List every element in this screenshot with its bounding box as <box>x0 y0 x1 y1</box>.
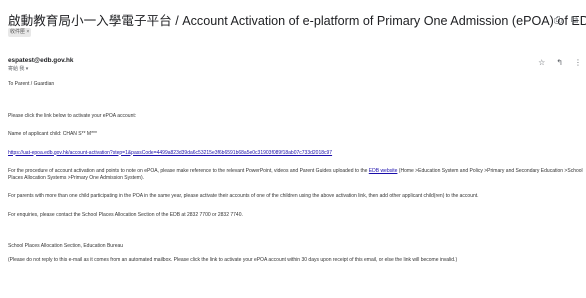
email-subject: 啟動教育局小一入學電子平台 / Account Activation of e-… <box>8 14 586 28</box>
email-subject-row: 啟動教育局小一入學電子平台 / Account Activation of e-… <box>8 13 586 33</box>
message-actions: ☆ ↰ ⋮ <box>538 58 582 67</box>
sender-email: espatest@edb.gov.hk <box>8 57 74 64</box>
sender-block: espatest@edb.gov.hk 寄給 我 ▾ <box>8 57 73 73</box>
footer-note: (Please do not reply to this e-mail as i… <box>8 256 458 263</box>
activation-link[interactable]: https://uat-epoa.edb.gov.hk/account-acti… <box>8 150 332 156</box>
inbox-label-chip[interactable]: 收件匣 × <box>8 28 32 37</box>
print-icon[interactable]: ⎙ <box>554 15 562 27</box>
star-icon[interactable]: ☆ <box>538 58 545 67</box>
reply-icon[interactable]: ↰ <box>556 58 563 67</box>
new-window-icon[interactable]: ⧉ <box>571 15 578 27</box>
procedure-paragraph: For the procedure of account activation … <box>8 168 583 181</box>
more-icon[interactable]: ⋮ <box>574 58 582 67</box>
edb-website-link[interactable]: EDB website <box>369 168 398 174</box>
email-body: To Parent / Guardian Please click the li… <box>8 81 584 263</box>
recipient-dropdown[interactable]: 寄給 我 ▾ <box>8 65 73 73</box>
header-actions: ⎙ ⧉ <box>554 15 578 27</box>
